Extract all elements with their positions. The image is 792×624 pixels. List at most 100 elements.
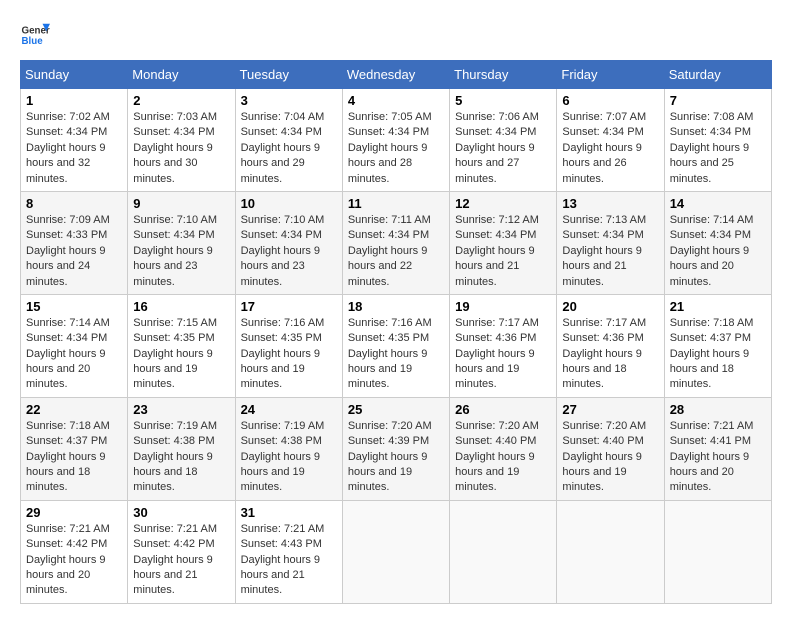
- header: General Blue: [20, 20, 772, 50]
- day-info: Sunrise: 7:03 AM Sunset: 4:34 PM Dayligh…: [133, 110, 229, 187]
- day-cell: 15 Sunrise: 7:14 AM Sunset: 4:34 PM Dayl…: [21, 294, 128, 397]
- day-info: Sunrise: 7:11 AM Sunset: 4:34 PM Dayligh…: [348, 213, 444, 290]
- day-cell: 31 Sunrise: 7:21 AM Sunset: 4:43 PM Dayl…: [235, 500, 342, 603]
- day-info: Sunrise: 7:19 AM Sunset: 4:38 PM Dayligh…: [241, 419, 337, 496]
- day-number: 14: [670, 196, 766, 211]
- day-cell: 24 Sunrise: 7:19 AM Sunset: 4:38 PM Dayl…: [235, 397, 342, 500]
- day-cell: 21 Sunrise: 7:18 AM Sunset: 4:37 PM Dayl…: [664, 294, 771, 397]
- day-number: 16: [133, 299, 229, 314]
- day-cell: 19 Sunrise: 7:17 AM Sunset: 4:36 PM Dayl…: [450, 294, 557, 397]
- day-info: Sunrise: 7:21 AM Sunset: 4:43 PM Dayligh…: [241, 522, 337, 599]
- day-cell: 23 Sunrise: 7:19 AM Sunset: 4:38 PM Dayl…: [128, 397, 235, 500]
- day-info: Sunrise: 7:15 AM Sunset: 4:35 PM Dayligh…: [133, 316, 229, 393]
- day-info: Sunrise: 7:20 AM Sunset: 4:39 PM Dayligh…: [348, 419, 444, 496]
- day-info: Sunrise: 7:16 AM Sunset: 4:35 PM Dayligh…: [348, 316, 444, 393]
- day-number: 19: [455, 299, 551, 314]
- day-cell: 10 Sunrise: 7:10 AM Sunset: 4:34 PM Dayl…: [235, 191, 342, 294]
- day-number: 24: [241, 402, 337, 417]
- day-info: Sunrise: 7:10 AM Sunset: 4:34 PM Dayligh…: [241, 213, 337, 290]
- day-number: 18: [348, 299, 444, 314]
- day-info: Sunrise: 7:07 AM Sunset: 4:34 PM Dayligh…: [562, 110, 658, 187]
- day-cell: 1 Sunrise: 7:02 AM Sunset: 4:34 PM Dayli…: [21, 89, 128, 192]
- day-number: 15: [26, 299, 122, 314]
- day-number: 22: [26, 402, 122, 417]
- day-cell: 18 Sunrise: 7:16 AM Sunset: 4:35 PM Dayl…: [342, 294, 449, 397]
- day-number: 28: [670, 402, 766, 417]
- day-number: 26: [455, 402, 551, 417]
- day-cell: 2 Sunrise: 7:03 AM Sunset: 4:34 PM Dayli…: [128, 89, 235, 192]
- day-info: Sunrise: 7:05 AM Sunset: 4:34 PM Dayligh…: [348, 110, 444, 187]
- day-info: Sunrise: 7:18 AM Sunset: 4:37 PM Dayligh…: [670, 316, 766, 393]
- day-cell: 17 Sunrise: 7:16 AM Sunset: 4:35 PM Dayl…: [235, 294, 342, 397]
- day-cell: 12 Sunrise: 7:12 AM Sunset: 4:34 PM Dayl…: [450, 191, 557, 294]
- day-cell: 29 Sunrise: 7:21 AM Sunset: 4:42 PM Dayl…: [21, 500, 128, 603]
- day-info: Sunrise: 7:13 AM Sunset: 4:34 PM Dayligh…: [562, 213, 658, 290]
- weekday-header-tuesday: Tuesday: [235, 61, 342, 89]
- day-number: 12: [455, 196, 551, 211]
- day-number: 10: [241, 196, 337, 211]
- weekday-header-row: SundayMondayTuesdayWednesdayThursdayFrid…: [21, 61, 772, 89]
- day-info: Sunrise: 7:21 AM Sunset: 4:42 PM Dayligh…: [133, 522, 229, 599]
- day-info: Sunrise: 7:19 AM Sunset: 4:38 PM Dayligh…: [133, 419, 229, 496]
- day-number: 31: [241, 505, 337, 520]
- day-cell: 16 Sunrise: 7:15 AM Sunset: 4:35 PM Dayl…: [128, 294, 235, 397]
- svg-text:Blue: Blue: [22, 36, 44, 47]
- day-number: 9: [133, 196, 229, 211]
- day-cell: 25 Sunrise: 7:20 AM Sunset: 4:39 PM Dayl…: [342, 397, 449, 500]
- day-info: Sunrise: 7:18 AM Sunset: 4:37 PM Dayligh…: [26, 419, 122, 496]
- day-info: Sunrise: 7:16 AM Sunset: 4:35 PM Dayligh…: [241, 316, 337, 393]
- day-cell: 3 Sunrise: 7:04 AM Sunset: 4:34 PM Dayli…: [235, 89, 342, 192]
- weekday-header-thursday: Thursday: [450, 61, 557, 89]
- day-number: 25: [348, 402, 444, 417]
- day-cell: 7 Sunrise: 7:08 AM Sunset: 4:34 PM Dayli…: [664, 89, 771, 192]
- day-info: Sunrise: 7:21 AM Sunset: 4:41 PM Dayligh…: [670, 419, 766, 496]
- day-cell: 8 Sunrise: 7:09 AM Sunset: 4:33 PM Dayli…: [21, 191, 128, 294]
- day-info: Sunrise: 7:14 AM Sunset: 4:34 PM Dayligh…: [670, 213, 766, 290]
- day-cell: [664, 500, 771, 603]
- day-cell: [557, 500, 664, 603]
- day-cell: 6 Sunrise: 7:07 AM Sunset: 4:34 PM Dayli…: [557, 89, 664, 192]
- day-number: 7: [670, 93, 766, 108]
- day-info: Sunrise: 7:04 AM Sunset: 4:34 PM Dayligh…: [241, 110, 337, 187]
- week-row-1: 1 Sunrise: 7:02 AM Sunset: 4:34 PM Dayli…: [21, 89, 772, 192]
- week-row-4: 22 Sunrise: 7:18 AM Sunset: 4:37 PM Dayl…: [21, 397, 772, 500]
- day-cell: 26 Sunrise: 7:20 AM Sunset: 4:40 PM Dayl…: [450, 397, 557, 500]
- week-row-2: 8 Sunrise: 7:09 AM Sunset: 4:33 PM Dayli…: [21, 191, 772, 294]
- day-number: 27: [562, 402, 658, 417]
- day-cell: 11 Sunrise: 7:11 AM Sunset: 4:34 PM Dayl…: [342, 191, 449, 294]
- day-cell: [450, 500, 557, 603]
- week-row-3: 15 Sunrise: 7:14 AM Sunset: 4:34 PM Dayl…: [21, 294, 772, 397]
- day-cell: 14 Sunrise: 7:14 AM Sunset: 4:34 PM Dayl…: [664, 191, 771, 294]
- week-row-5: 29 Sunrise: 7:21 AM Sunset: 4:42 PM Dayl…: [21, 500, 772, 603]
- day-info: Sunrise: 7:21 AM Sunset: 4:42 PM Dayligh…: [26, 522, 122, 599]
- day-number: 1: [26, 93, 122, 108]
- logo: General Blue: [20, 20, 50, 50]
- day-cell: 22 Sunrise: 7:18 AM Sunset: 4:37 PM Dayl…: [21, 397, 128, 500]
- day-number: 2: [133, 93, 229, 108]
- day-cell: 28 Sunrise: 7:21 AM Sunset: 4:41 PM Dayl…: [664, 397, 771, 500]
- day-info: Sunrise: 7:08 AM Sunset: 4:34 PM Dayligh…: [670, 110, 766, 187]
- day-number: 29: [26, 505, 122, 520]
- day-number: 17: [241, 299, 337, 314]
- day-number: 23: [133, 402, 229, 417]
- day-info: Sunrise: 7:17 AM Sunset: 4:36 PM Dayligh…: [562, 316, 658, 393]
- day-number: 5: [455, 93, 551, 108]
- day-info: Sunrise: 7:02 AM Sunset: 4:34 PM Dayligh…: [26, 110, 122, 187]
- day-info: Sunrise: 7:10 AM Sunset: 4:34 PM Dayligh…: [133, 213, 229, 290]
- day-cell: [342, 500, 449, 603]
- day-info: Sunrise: 7:20 AM Sunset: 4:40 PM Dayligh…: [562, 419, 658, 496]
- weekday-header-monday: Monday: [128, 61, 235, 89]
- day-number: 20: [562, 299, 658, 314]
- day-number: 6: [562, 93, 658, 108]
- weekday-header-wednesday: Wednesday: [342, 61, 449, 89]
- day-info: Sunrise: 7:14 AM Sunset: 4:34 PM Dayligh…: [26, 316, 122, 393]
- weekday-header-friday: Friday: [557, 61, 664, 89]
- calendar: SundayMondayTuesdayWednesdayThursdayFrid…: [20, 60, 772, 604]
- day-info: Sunrise: 7:17 AM Sunset: 4:36 PM Dayligh…: [455, 316, 551, 393]
- day-info: Sunrise: 7:12 AM Sunset: 4:34 PM Dayligh…: [455, 213, 551, 290]
- logo-icon: General Blue: [20, 20, 50, 50]
- day-info: Sunrise: 7:06 AM Sunset: 4:34 PM Dayligh…: [455, 110, 551, 187]
- day-number: 30: [133, 505, 229, 520]
- weekday-header-sunday: Sunday: [21, 61, 128, 89]
- day-number: 4: [348, 93, 444, 108]
